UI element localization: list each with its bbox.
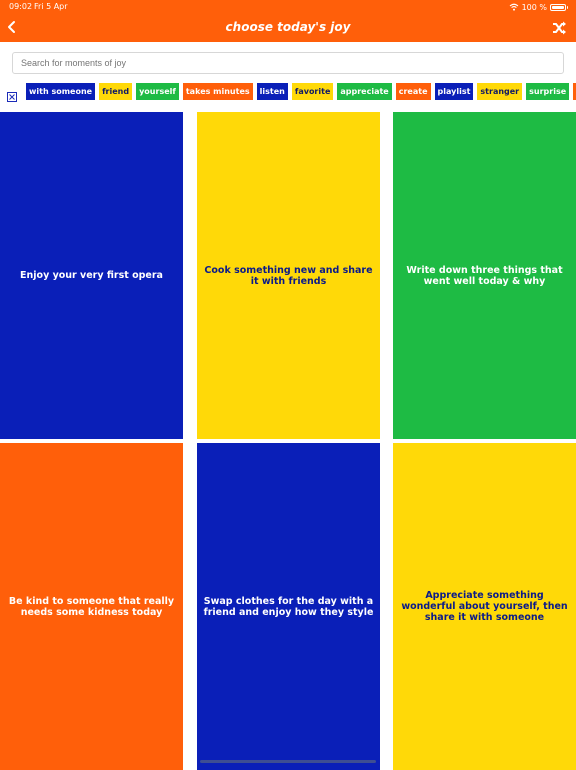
- tag-playlist[interactable]: playlist: [434, 83, 474, 100]
- tag-surprise[interactable]: surprise: [526, 83, 570, 100]
- tag-with-someone[interactable]: with someone: [26, 83, 96, 100]
- joy-card-cook[interactable]: Cook something new and share it with fri…: [197, 112, 380, 439]
- status-time: 09:02: [9, 2, 33, 11]
- tag-create[interactable]: create: [395, 83, 431, 100]
- card-text: Appreciate something wonderful about you…: [401, 590, 568, 623]
- joy-card-three-things[interactable]: Write down three things that went well t…: [393, 112, 576, 439]
- battery-icon: [550, 3, 568, 11]
- card-text: Enjoy your very first opera: [20, 270, 163, 281]
- app-header: 09:02 Fri 5 Apr 100 % choose today's joy: [0, 0, 576, 42]
- tag-listen[interactable]: listen: [256, 83, 288, 100]
- card-text: Be kind to someone that really needs som…: [8, 595, 175, 618]
- search-input[interactable]: [12, 52, 564, 74]
- battery-percent: 100 %: [521, 2, 547, 12]
- joy-card-appreciate[interactable]: Appreciate something wonderful about you…: [393, 443, 576, 770]
- close-box-icon: [7, 92, 17, 102]
- tag-stranger[interactable]: stranger: [477, 83, 523, 100]
- clear-tags-button[interactable]: [7, 87, 17, 102]
- joy-card-swap-clothes[interactable]: Swap clothes for the day with a friend a…: [197, 443, 380, 770]
- joy-card-be-kind[interactable]: Be kind to someone that really needs som…: [0, 443, 183, 770]
- tag-filter-bar: with someone friend yourself takes minut…: [26, 83, 576, 101]
- joy-card-opera[interactable]: Enjoy your very first opera: [0, 112, 183, 439]
- tag-favorite[interactable]: favorite: [291, 83, 334, 100]
- scroll-indicator[interactable]: [200, 760, 376, 763]
- page-title: choose today's joy: [225, 20, 351, 34]
- tag-friend[interactable]: friend: [99, 83, 133, 100]
- card-text: Write down three things that went well t…: [406, 264, 563, 287]
- status-indicators: 100 %: [509, 1, 568, 13]
- tag-yourself[interactable]: yourself: [136, 83, 179, 100]
- tag-appreciate[interactable]: appreciate: [337, 83, 392, 100]
- wifi-icon: [509, 3, 518, 11]
- card-text: Swap clothes for the day with a friend a…: [203, 595, 374, 618]
- shuffle-button[interactable]: [550, 19, 568, 37]
- status-date: Fri 5 Apr: [34, 2, 68, 11]
- shuffle-icon: [553, 21, 566, 35]
- tag-takes-minutes[interactable]: takes minutes: [182, 83, 253, 100]
- card-text: Cook something new and share it with fri…: [204, 264, 373, 287]
